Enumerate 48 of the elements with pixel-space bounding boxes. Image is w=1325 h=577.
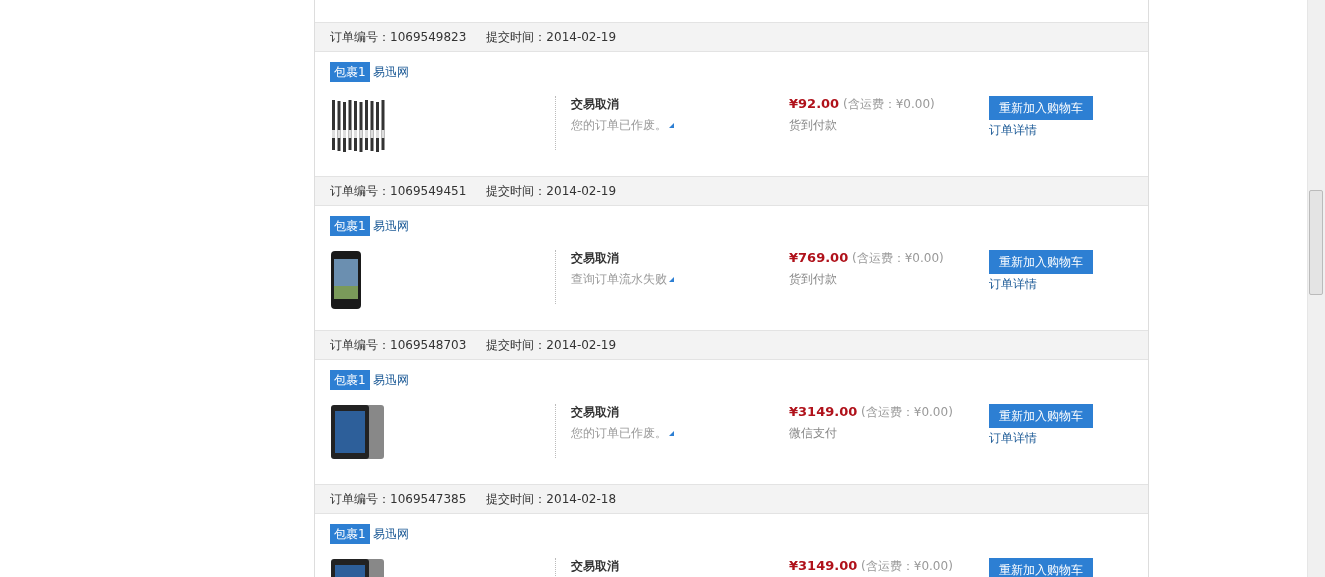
re-add-to-cart-button[interactable]: 重新加入购物车 [989,250,1093,274]
order-status: 交易取消 [571,558,620,575]
shipping-fee: (含运费：¥0.00) [843,97,935,111]
shipping-fee: (含运费：¥0.00) [861,559,953,573]
order-detail-link[interactable]: 订单详情 [989,122,1037,139]
order-number: 订单编号：1069549823 [330,28,467,46]
order-number: 订单编号：1069547385 [330,490,467,508]
order-status: 交易取消 [571,250,620,267]
parcel-tag: 包裹1 [330,216,370,236]
order-number: 订单编号：1069548703 [330,336,467,354]
price: ¥92.00 [789,96,840,111]
submit-time: 提交时间：2014-02-19 [486,182,617,200]
order-detail-link[interactable]: 订单详情 [989,430,1037,447]
submit-time: 提交时间：2014-02-19 [486,336,617,354]
scrollbar-thumb[interactable] [1309,190,1323,295]
order-status: 交易取消 [571,404,620,421]
submit-time: 提交时间：2014-02-18 [486,490,617,508]
status-note: 查询订单流水失败 [571,271,667,288]
submit-time: 提交时间：2014-02-19 [486,28,617,46]
shipping-fee: (含运费：¥0.00) [861,405,953,419]
re-add-to-cart-button[interactable]: 重新加入购物车 [989,404,1093,428]
shop-name: 易迅网 [372,371,409,389]
phone-photo [330,250,362,310]
shop-name: 易迅网 [372,217,409,235]
price: ¥3149.00 [789,404,858,419]
order-detail-link[interactable]: 订单详情 [989,276,1037,293]
triangle-icon[interactable] [669,123,674,128]
order-number: 订单编号：1069549451 [330,182,467,200]
re-add-to-cart-button[interactable]: 重新加入购物车 [989,558,1093,577]
payment-method: 微信支付 [789,425,838,442]
payment-method: 货到付款 [789,117,838,134]
re-add-to-cart-button[interactable]: 重新加入购物车 [989,96,1093,120]
triangle-icon[interactable] [669,277,674,282]
scrollbar[interactable] [1307,0,1325,577]
payment-method: 货到付款 [789,271,838,288]
status-note: 您的订单已作废。 [571,425,667,442]
tablet-photo [330,404,386,460]
parcel-tag: 包裹1 [330,62,370,82]
shipping-fee: (含运费：¥0.00) [852,251,944,265]
parcel-tag: 包裹1 [330,370,370,390]
parcel-tag: 包裹1 [330,524,370,544]
shop-name: 易迅网 [372,525,409,543]
triangle-icon[interactable] [669,431,674,436]
price: ¥3149.00 [789,558,858,573]
order-status: 交易取消 [571,96,620,113]
status-note: 您的订单已作废。 [571,117,667,134]
price: ¥769.00 [789,250,849,265]
shop-name: 易迅网 [372,63,409,81]
